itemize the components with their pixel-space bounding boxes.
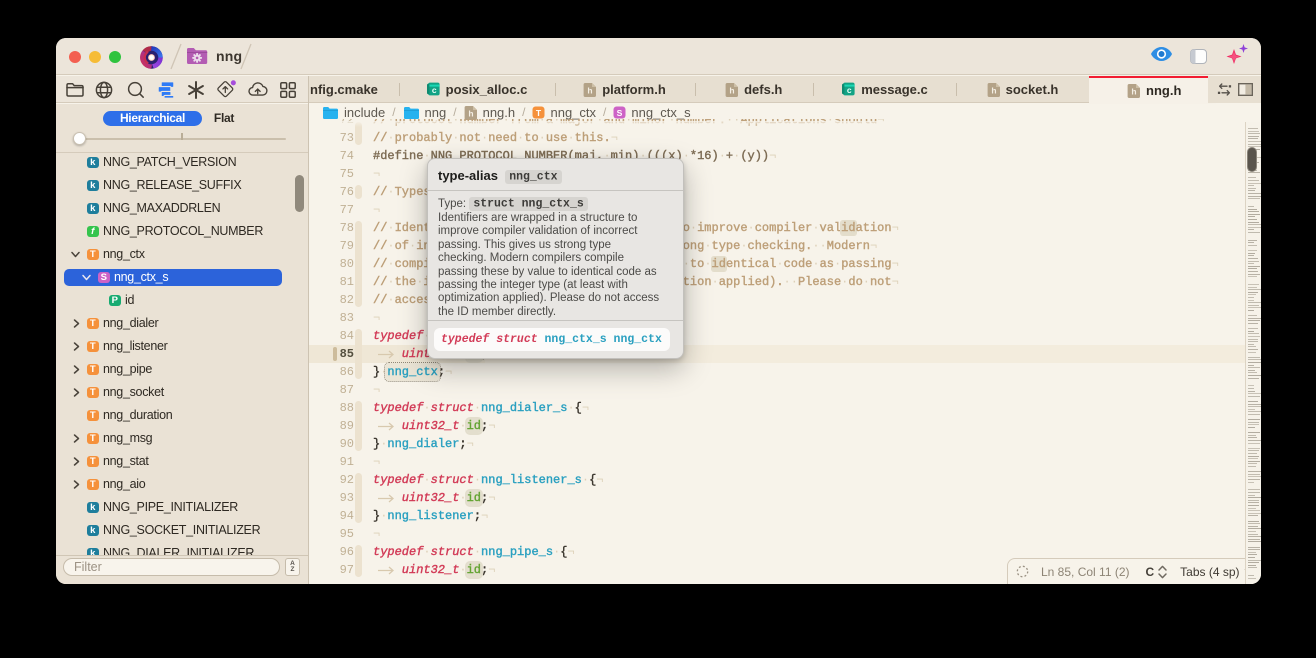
svg-text:S: S: [617, 107, 623, 117]
svg-text:h: h: [588, 86, 593, 96]
svg-text:c: c: [847, 85, 852, 95]
svg-text:h: h: [991, 86, 996, 96]
svg-text:h: h: [1131, 87, 1136, 97]
svg-text:c: c: [432, 85, 437, 95]
svg-text:h: h: [729, 86, 734, 96]
svg-text:T: T: [536, 107, 542, 117]
svg-text:h: h: [468, 108, 473, 118]
